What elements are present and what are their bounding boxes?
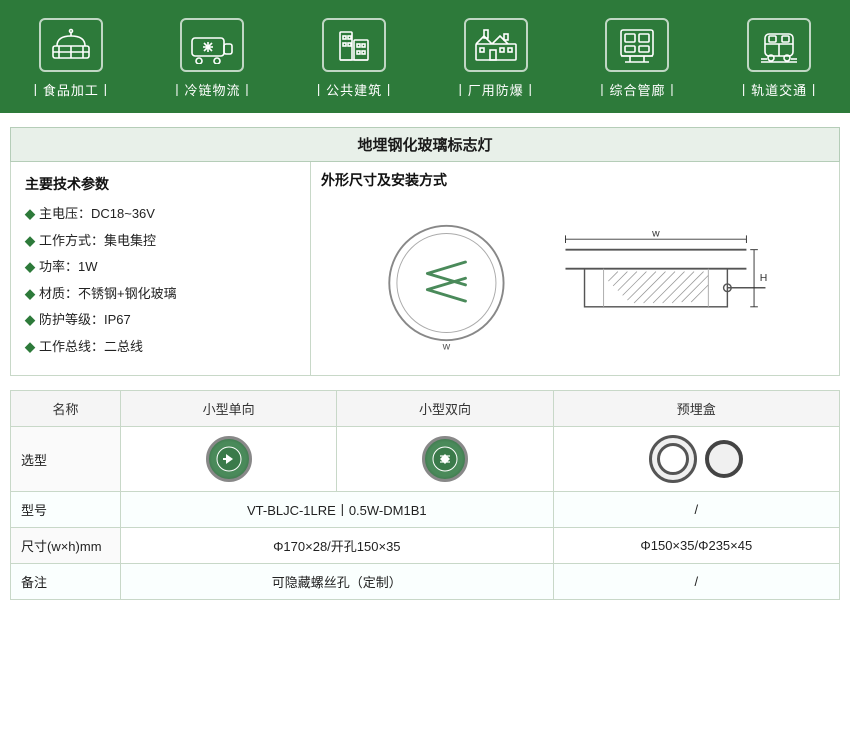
building-icon-box — [322, 18, 386, 72]
bullet-mode: ◆ — [25, 231, 35, 251]
double-arrow-img — [347, 436, 542, 482]
table-row-size: 尺寸(w×h)mm Φ170×28/开孔150×35 Φ150×35/Φ235×… — [11, 528, 840, 564]
ring-outer — [649, 435, 697, 483]
banner-item-rail: 丨轨道交通丨 — [737, 18, 821, 99]
cold-icon-box — [180, 18, 244, 72]
ring-small — [705, 440, 743, 478]
product-title: 地埋钢化玻璃标志灯 — [10, 127, 840, 162]
bullet-bus: ◆ — [25, 337, 35, 357]
spec-right-title: 外形尺寸及安装方式 — [321, 170, 829, 190]
spec-left-title: 主要技术参数 — [25, 174, 296, 194]
spec-power: 功率：1W — [39, 257, 98, 277]
single-arrow-icon — [215, 445, 243, 473]
product-table-wrap: 名称 小型单向 小型双向 预埋盒 选型 — [10, 390, 840, 600]
double-arrow-circle — [422, 436, 468, 482]
food-icon — [49, 26, 93, 64]
banner-item-building: 丨公共建筑丨 — [312, 18, 396, 99]
bullet-voltage: ◆ — [25, 204, 35, 224]
building-label: 丨公共建筑丨 — [312, 80, 396, 99]
cell-size-label: 尺寸(w×h)mm — [11, 528, 121, 564]
banner: 丨食品加工丨 丨冷链物流丨 — [0, 0, 850, 113]
ring-inner — [657, 443, 689, 475]
table-row-model: 型号 VT-BLJC-1LRE丨0.5W-DM1B1 / — [11, 492, 840, 528]
building-icon — [332, 26, 376, 64]
col-header-single: 小型单向 — [121, 391, 337, 427]
factory-label: 丨厂用防爆丨 — [454, 80, 538, 99]
spec-bus: 工作总线：二总线 — [39, 337, 143, 357]
single-arrow-img — [131, 436, 326, 482]
col-header-double: 小型双向 — [337, 391, 553, 427]
product-table: 名称 小型单向 小型双向 预埋盒 选型 — [10, 390, 840, 600]
corridor-label: 丨综合管廊丨 — [595, 80, 679, 99]
spec-right: 外形尺寸及安装方式 w — [311, 162, 839, 375]
cell-selection-rings — [553, 427, 839, 492]
rail-icon — [757, 26, 801, 64]
banner-item-factory: 丨厂用防爆丨 — [454, 18, 538, 99]
cell-selection-single — [121, 427, 337, 492]
spec-protection: 防护等级：IP67 — [39, 310, 131, 330]
cell-remark-value: 可隐藏螺丝孔（定制） — [121, 564, 554, 600]
spec-item-power: ◆ 功率：1W — [25, 257, 296, 277]
single-arrow-circle — [206, 436, 252, 482]
table-header-row: 名称 小型单向 小型双向 预埋盒 — [11, 391, 840, 427]
cold-icon — [190, 26, 234, 64]
prebury-rings — [564, 435, 829, 483]
factory-icon-box — [464, 18, 528, 72]
table-row-remark: 备注 可隐藏螺丝孔（定制） / — [11, 564, 840, 600]
cell-model-value: VT-BLJC-1LRE丨0.5W-DM1B1 — [121, 492, 554, 528]
rail-icon-box — [747, 18, 811, 72]
bullet-material: ◆ — [25, 284, 35, 304]
spec-item-bus: ◆ 工作总线：二总线 — [25, 337, 296, 357]
cell-selection-label: 选型 — [11, 427, 121, 492]
spec-mode: 工作方式：集电集控 — [39, 231, 156, 251]
bullet-protection: ◆ — [25, 310, 35, 330]
banner-item-cold: 丨冷链物流丨 — [170, 18, 254, 99]
bullet-power: ◆ — [25, 257, 35, 277]
cell-remark-label: 备注 — [11, 564, 121, 600]
cell-size-value: Φ170×28/开孔150×35 — [121, 528, 554, 564]
spec-area: 主要技术参数 ◆ 主电压：DC18~36V ◆ 工作方式：集电集控 ◆ 功率：1… — [10, 162, 840, 376]
banner-item-corridor: 丨综合管廊丨 — [595, 18, 679, 99]
spec-item-protection: ◆ 防护等级：IP67 — [25, 310, 296, 330]
cell-size-prebury: Φ150×35/Φ235×45 — [553, 528, 839, 564]
svg-text:w: w — [442, 341, 451, 352]
spec-voltage: 主电压：DC18~36V — [39, 204, 155, 224]
banner-item-food: 丨食品加工丨 — [29, 18, 113, 99]
corridor-icon — [615, 26, 659, 64]
spec-diagram: w — [321, 198, 829, 367]
spec-item-material: ◆ 材质：不锈钢+钢化玻璃 — [25, 284, 296, 304]
cold-label: 丨冷链物流丨 — [170, 80, 254, 99]
dimension-svg: w — [375, 213, 775, 353]
spec-left: 主要技术参数 ◆ 主电压：DC18~36V ◆ 工作方式：集电集控 ◆ 功率：1… — [11, 162, 311, 375]
food-icon-box — [39, 18, 103, 72]
spec-item-voltage: ◆ 主电压：DC18~36V — [25, 204, 296, 224]
double-arrow-icon — [431, 445, 459, 473]
svg-text:H: H — [760, 273, 768, 284]
cell-model-label: 型号 — [11, 492, 121, 528]
food-label: 丨食品加工丨 — [29, 80, 113, 99]
cell-selection-double — [337, 427, 553, 492]
spec-material: 材质：不锈钢+钢化玻璃 — [39, 284, 177, 304]
table-row-selection: 选型 — [11, 427, 840, 492]
col-header-prebury: 预埋盒 — [553, 391, 839, 427]
cell-remark-prebury: / — [553, 564, 839, 600]
factory-icon — [474, 26, 518, 64]
rail-label: 丨轨道交通丨 — [737, 80, 821, 99]
cell-model-prebury: / — [553, 492, 839, 528]
spec-item-mode: ◆ 工作方式：集电集控 — [25, 231, 296, 251]
svg-text:w: w — [651, 228, 660, 239]
col-header-name: 名称 — [11, 391, 121, 427]
corridor-icon-box — [605, 18, 669, 72]
